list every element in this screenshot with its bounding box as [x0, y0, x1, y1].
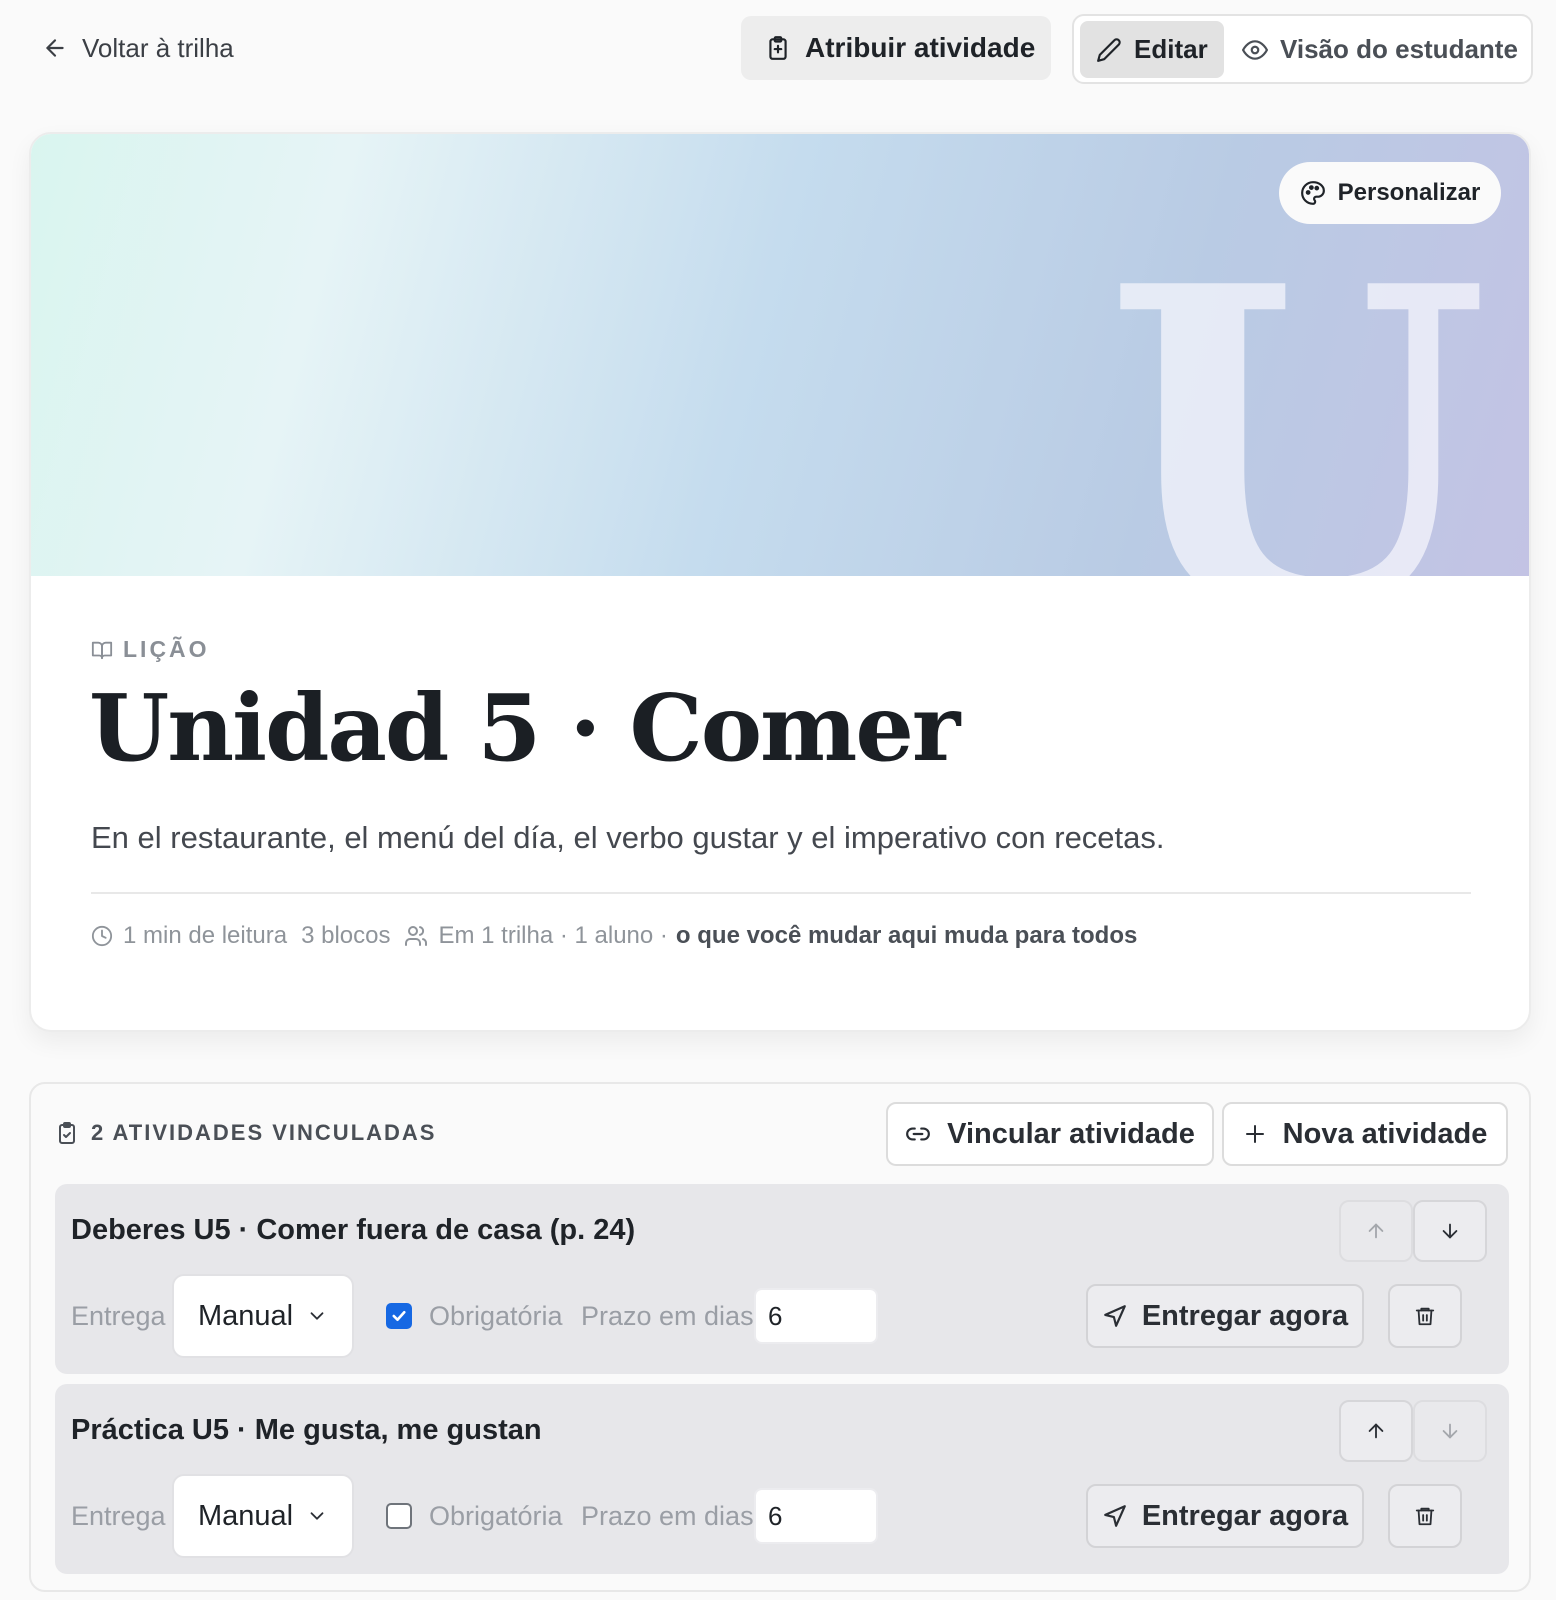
required-checkbox[interactable] — [386, 1303, 412, 1329]
student-view-label: Visão do estudante — [1280, 34, 1518, 64]
send-icon — [1102, 1503, 1128, 1529]
delivery-select[interactable]: Manual — [172, 1474, 354, 1558]
users-icon — [404, 924, 428, 948]
customize-button[interactable]: Personalizar — [1279, 162, 1501, 224]
activity-title: Deberes U5 · Comer fuera de casa (p. 24) — [71, 1214, 636, 1246]
deliver-now-label: Entregar agora — [1141, 1299, 1349, 1332]
banner-letter: U — [1105, 191, 1489, 577]
delete-activity-button[interactable] — [1388, 1484, 1462, 1548]
assign-activity-button[interactable]: Atribuir atividade — [741, 16, 1051, 80]
delivery-value: Manual — [198, 1499, 294, 1532]
eye-icon — [1242, 37, 1268, 63]
student-view-button[interactable]: Visão do estudante — [1242, 21, 1518, 78]
arrow-up-icon — [1365, 1220, 1387, 1242]
trash-icon — [1414, 1505, 1436, 1527]
back-link-label: Voltar à trilha — [82, 32, 234, 63]
edit-mode-label: Editar — [1134, 34, 1208, 64]
chevron-down-icon — [306, 1505, 328, 1527]
arrow-down-icon — [1439, 1220, 1461, 1242]
linked-activities-panel: 2 ATIVIDADES VINCULADAS Vincular ativida… — [29, 1082, 1531, 1592]
send-icon — [1102, 1303, 1128, 1329]
lesson-title: Unidad 5 · Comer — [89, 674, 960, 782]
delivery-label: Entrega — [71, 1300, 166, 1331]
required-checkbox[interactable] — [386, 1503, 412, 1529]
palette-icon — [1300, 180, 1326, 206]
move-up-button[interactable] — [1339, 1200, 1413, 1262]
new-activity-button[interactable]: Nova atividade — [1222, 1102, 1508, 1166]
activity-controls: Entrega Manual Obrigatória Prazo em dias… — [71, 1274, 1491, 1358]
pencil-icon — [1096, 37, 1122, 63]
lesson-kind-label: LIÇÃO — [123, 636, 210, 662]
shared-edit-warning: o que você mudar aqui muda para todos — [675, 922, 1138, 949]
plus-icon — [1243, 1122, 1267, 1146]
clipboard-check-icon — [55, 1121, 79, 1145]
lesson-card: U Personalizar LIÇÃO Unidad 5 · Comer En… — [29, 132, 1531, 1032]
deadline-days-input[interactable]: 6 — [754, 1488, 878, 1544]
deadline-label: Prazo em dias — [581, 1500, 754, 1531]
back-to-track-link[interactable]: Voltar à trilha — [42, 30, 234, 66]
link-activity-button[interactable]: Vincular atividade — [886, 1102, 1214, 1166]
edit-mode-button[interactable]: Editar — [1080, 21, 1224, 78]
arrow-down-icon — [1439, 1420, 1461, 1442]
required-label: Obrigatória — [429, 1300, 563, 1331]
book-open-icon — [91, 639, 113, 661]
linked-activities-heading: 2 ATIVIDADES VINCULADAS — [55, 1120, 436, 1146]
customize-label: Personalizar — [1337, 179, 1481, 206]
new-activity-label: Nova atividade — [1282, 1117, 1488, 1150]
view-mode-toggle: Editar Visão do estudante — [1072, 14, 1533, 84]
deadline-days-input[interactable]: 6 — [754, 1288, 878, 1344]
arrow-up-icon — [1365, 1420, 1387, 1442]
move-down-button[interactable] — [1413, 1400, 1487, 1462]
lesson-banner: U Personalizar — [31, 134, 1529, 576]
deliver-now-button[interactable]: Entregar agora — [1086, 1484, 1364, 1548]
clock-icon — [91, 925, 113, 947]
delivery-label: Entrega — [71, 1500, 166, 1531]
lesson-subtitle: En el restaurante, el menú del día, el v… — [91, 820, 1165, 855]
usage-label: Em 1 trilha · 1 aluno · — [438, 922, 668, 949]
deliver-now-button[interactable]: Entregar agora — [1086, 1284, 1364, 1348]
required-label: Obrigatória — [429, 1500, 563, 1531]
activity-item: Práctica U5 · Me gusta, me gustan Entreg… — [55, 1384, 1509, 1574]
lesson-meta: 1 min de leitura 3 blocos Em 1 trilha · … — [91, 922, 1137, 950]
activity-item: Deberes U5 · Comer fuera de casa (p. 24)… — [55, 1184, 1509, 1374]
activity-title: Práctica U5 · Me gusta, me gustan — [71, 1414, 542, 1446]
activity-controls: Entrega Manual Obrigatória Prazo em dias… — [71, 1474, 1491, 1558]
delete-activity-button[interactable] — [1388, 1284, 1462, 1348]
deliver-now-label: Entregar agora — [1141, 1499, 1349, 1532]
delivery-value: Manual — [198, 1299, 294, 1332]
link-icon — [905, 1121, 931, 1147]
usage-info: Em 1 trilha · 1 aluno · — [404, 922, 668, 950]
trash-icon — [1414, 1305, 1436, 1327]
linked-activities-label: 2 ATIVIDADES VINCULADAS — [91, 1120, 437, 1145]
arrow-left-icon — [42, 35, 68, 61]
lesson-kind: LIÇÃO — [91, 636, 210, 663]
reading-time: 1 min de leitura — [91, 922, 287, 950]
reading-time-label: 1 min de leitura — [123, 922, 288, 949]
move-up-button[interactable] — [1339, 1400, 1413, 1462]
chevron-down-icon — [306, 1305, 328, 1327]
check-icon — [390, 1307, 408, 1325]
move-down-button[interactable] — [1413, 1200, 1487, 1262]
divider — [91, 892, 1471, 894]
link-activity-label: Vincular atividade — [947, 1117, 1195, 1150]
delivery-select[interactable]: Manual — [172, 1274, 354, 1358]
clipboard-plus-icon — [765, 35, 791, 61]
deadline-label: Prazo em dias — [581, 1300, 754, 1331]
blocks-count: 3 blocos — [301, 922, 391, 949]
assign-activity-label: Atribuir atividade — [805, 32, 1036, 63]
